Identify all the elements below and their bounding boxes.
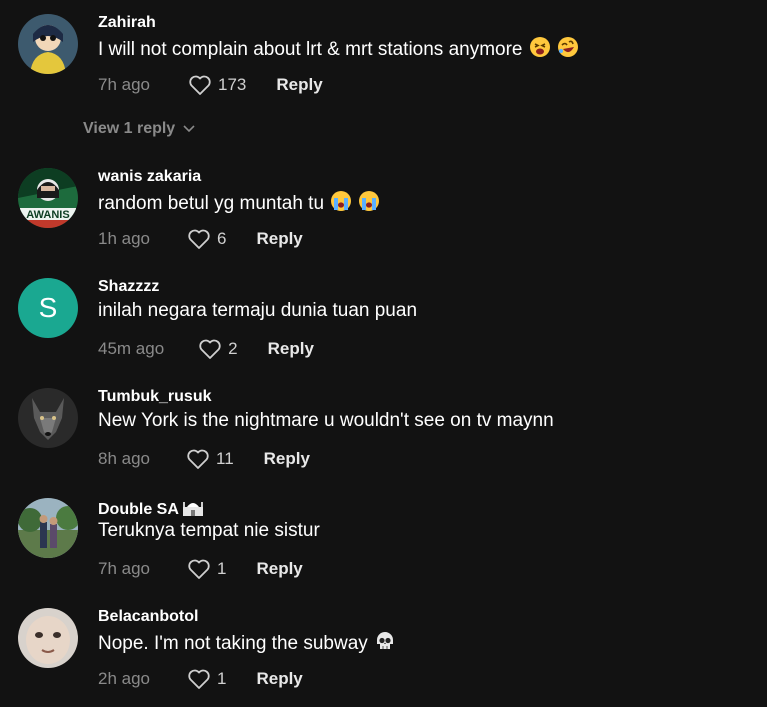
avatar[interactable]: AWANIS	[18, 168, 78, 228]
reply-button[interactable]: Reply	[264, 449, 310, 469]
timestamp: 45m ago	[98, 339, 165, 358]
comment-meta: 7h ago 173 Reply	[98, 74, 323, 96]
like-button[interactable]: 173	[188, 74, 246, 96]
loudly-crying-emoji-icon	[330, 190, 352, 218]
like-count: 2	[228, 339, 238, 358]
reply-button[interactable]: Reply	[256, 559, 302, 579]
comment-meta: 1h ago 6 Reply	[98, 228, 303, 250]
reply-button[interactable]: Reply	[268, 339, 314, 359]
comment-text: inilah negara termaju dunia tuan puan	[98, 300, 418, 321]
heart-icon	[187, 449, 209, 469]
skull-emoji-icon	[374, 630, 396, 658]
reply-button[interactable]: Reply	[256, 669, 302, 689]
like-button[interactable]: 11	[186, 448, 234, 470]
like-button[interactable]: 6	[187, 228, 226, 250]
like-count: 1	[217, 669, 227, 688]
heart-icon	[188, 559, 210, 579]
view-replies-button[interactable]: View 1 reply	[83, 120, 195, 138]
username[interactable]: Shazzzz	[98, 278, 159, 296]
comment-item: S Shazzzz inilah negara termaju dunia tu…	[18, 278, 758, 368]
heart-icon	[199, 339, 221, 359]
username[interactable]: Zahirah	[98, 14, 156, 32]
avatar[interactable]: S	[18, 278, 78, 338]
username[interactable]: Belacanbotol	[98, 608, 198, 626]
avatar[interactable]	[18, 14, 78, 74]
comment-text: I will not complain about lrt & mrt stat…	[98, 36, 579, 64]
username[interactable]: Double SA	[98, 498, 204, 521]
reply-button[interactable]: Reply	[276, 75, 322, 95]
comment-item: Zahirah I will not complain about lrt & …	[18, 14, 758, 154]
like-count: 1	[217, 559, 227, 578]
avatar[interactable]	[18, 608, 78, 668]
reply-button[interactable]: Reply	[256, 229, 302, 249]
loudly-crying-emoji-icon	[358, 190, 380, 218]
like-button[interactable]: 1	[187, 668, 226, 690]
avatar[interactable]	[18, 498, 78, 558]
like-button[interactable]: 1	[187, 558, 226, 580]
like-count: 6	[217, 229, 227, 248]
avatar[interactable]	[18, 388, 78, 448]
heart-icon	[188, 229, 210, 249]
timestamp: 8h ago	[98, 449, 150, 468]
comment-text: New York is the nightmare u wouldn't see…	[98, 410, 554, 431]
comment-text: random betul yg muntah tu	[98, 190, 380, 218]
username[interactable]: Tumbuk_rusuk	[98, 388, 212, 406]
heart-icon	[188, 669, 210, 689]
timestamp: 7h ago	[98, 75, 150, 94]
mosque-icon	[182, 498, 204, 521]
timestamp: 2h ago	[98, 669, 150, 688]
comment-item: Tumbuk_rusuk New York is the nightmare u…	[18, 388, 758, 478]
svg-text:AWANIS: AWANIS	[26, 209, 69, 221]
username[interactable]: wanis zakaria	[98, 168, 201, 186]
comment-item: Double SA Teruknya tempat nie sistur 7h …	[18, 498, 758, 588]
like-count: 173	[218, 75, 247, 94]
comment-text: Nope. I'm not taking the subway	[98, 630, 396, 658]
comment-text: Teruknya tempat nie sistur	[98, 520, 320, 541]
comment-meta: 45m ago 2 Reply	[98, 338, 314, 360]
tired-face-emoji-icon	[529, 36, 551, 64]
comment-meta: 8h ago 11 Reply	[98, 448, 310, 470]
chevron-down-icon	[183, 125, 195, 133]
heart-icon	[189, 75, 211, 95]
timestamp: 7h ago	[98, 559, 150, 578]
like-button[interactable]: 2	[198, 338, 238, 360]
comment-item: Belacanbotol Nope. I'm not taking the su…	[18, 608, 758, 698]
comment-meta: 2h ago 1 Reply	[98, 668, 303, 690]
comment-meta: 7h ago 1 Reply	[98, 558, 303, 580]
timestamp: 1h ago	[98, 229, 150, 248]
like-count: 11	[216, 449, 234, 468]
rolling-laughing-emoji-icon	[557, 36, 579, 64]
comment-item: AWANIS wanis zakaria random betul yg mun…	[18, 168, 758, 258]
